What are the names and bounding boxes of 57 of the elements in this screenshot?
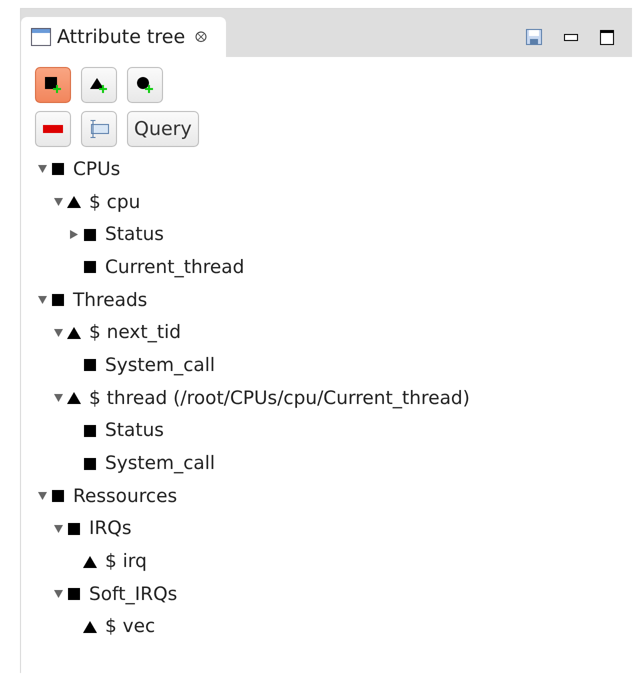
square-icon (84, 458, 96, 470)
add-circle-icon (136, 76, 154, 94)
triangle-icon (67, 196, 81, 208)
tree-item[interactable]: $ cpu (89, 192, 140, 213)
triangle-add-button[interactable] (81, 67, 117, 103)
triangle-icon (67, 392, 81, 404)
view-title: Attribute tree (57, 26, 186, 48)
tree-item[interactable]: Status (105, 224, 164, 246)
tree-item[interactable]: Status (105, 420, 164, 442)
query-button[interactable]: Query (127, 111, 199, 147)
rename-button[interactable] (81, 111, 117, 147)
minus-icon (43, 125, 63, 133)
expanded-arrow-icon[interactable] (54, 198, 62, 206)
square-icon (52, 163, 64, 176)
add-square-icon (44, 76, 62, 94)
remove-button[interactable] (35, 111, 71, 147)
tree-item[interactable]: Current_thread (105, 256, 244, 278)
tree-item[interactable]: Threads (73, 290, 148, 311)
expanded-arrow-icon[interactable] (54, 590, 62, 598)
tree-item[interactable]: $ next_tid (89, 322, 182, 344)
collapsed-arrow-icon[interactable] (70, 230, 78, 240)
tree-item[interactable]: $ vec (105, 616, 156, 638)
tree-item[interactable]: Ressources (73, 486, 178, 507)
text-field-icon (88, 119, 110, 139)
minimize-icon[interactable] (564, 34, 578, 40)
expanded-arrow-icon[interactable] (54, 524, 62, 533)
tree-item[interactable]: IRQs (89, 518, 132, 540)
square-icon (84, 424, 96, 437)
tree-item[interactable]: System_call (105, 453, 216, 474)
expanded-arrow-icon[interactable] (54, 328, 62, 337)
tree-item[interactable]: Soft_IRQs (89, 584, 178, 605)
square-icon (84, 228, 96, 241)
square-icon (68, 588, 80, 600)
square-icon (52, 490, 64, 502)
circle-add-button[interactable] (127, 67, 163, 103)
triangle-icon (67, 326, 81, 339)
square-add-button[interactable] (35, 67, 71, 103)
save-icon[interactable] (526, 29, 542, 45)
expanded-arrow-icon[interactable] (38, 165, 46, 174)
square-icon (52, 294, 64, 306)
expanded-arrow-icon[interactable] (38, 492, 46, 500)
expanded-arrow-icon[interactable] (54, 394, 62, 402)
square-icon (84, 359, 96, 372)
tree-item[interactable]: CPUs (73, 158, 120, 180)
view-tab[interactable]: Attribute tree ⮾ (21, 17, 226, 57)
square-icon (84, 261, 96, 274)
add-triangle-icon (90, 76, 108, 94)
triangle-icon (83, 620, 97, 633)
tree-item[interactable]: $ irq (105, 551, 147, 572)
square-icon (68, 522, 80, 535)
triangle-icon (83, 556, 97, 568)
tree-item[interactable]: System_call (105, 354, 216, 376)
maximize-icon[interactable] (600, 30, 614, 44)
window-icon (31, 28, 51, 46)
close-button[interactable]: ⮾ (195, 28, 208, 46)
tree-item[interactable]: $ thread (/root/CPUs/cpu/Current_thread) (89, 388, 470, 409)
expanded-arrow-icon[interactable] (38, 296, 46, 304)
